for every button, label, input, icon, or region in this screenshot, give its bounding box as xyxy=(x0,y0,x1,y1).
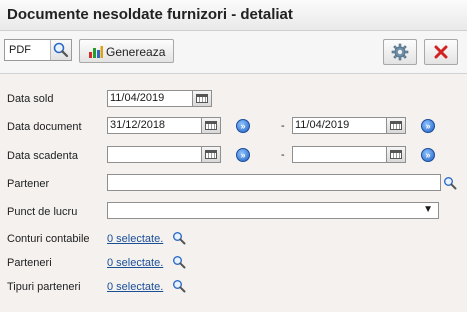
calendar-icon xyxy=(196,94,208,103)
data-scadenta-from-input[interactable] xyxy=(107,146,202,163)
format-search-button[interactable] xyxy=(50,40,71,60)
data-document-to-calendar-button[interactable] xyxy=(386,117,406,134)
date-range-separator: - xyxy=(281,120,285,132)
data-document-from-input[interactable]: 31/12/2018 xyxy=(107,117,202,134)
magnifier-icon[interactable] xyxy=(443,176,457,190)
data-sold-input[interactable]: 11/04/2019 xyxy=(107,90,193,107)
calendar-icon xyxy=(390,121,402,130)
copy-date-forward-button[interactable]: » xyxy=(236,148,250,162)
conturi-contabile-label: Conturi contabile xyxy=(7,233,90,245)
dropdown-arrow-icon: ▼ xyxy=(423,204,433,215)
data-sold-label: Data sold xyxy=(7,93,54,105)
data-document-label: Data document xyxy=(7,121,82,133)
gear-icon xyxy=(391,43,409,61)
conturi-contabile-link[interactable]: 0 selectate. xyxy=(107,233,163,245)
expand-options-button[interactable]: » xyxy=(421,148,435,162)
partener-label: Partener xyxy=(7,178,50,190)
magnifier-icon[interactable] xyxy=(172,231,186,245)
generate-label: Genereaza xyxy=(106,45,166,59)
data-scadenta-label: Data scadenta xyxy=(7,150,78,162)
copy-date-forward-button[interactable]: » xyxy=(236,119,250,133)
tipuri-parteneri-label: Tipuri parteneri xyxy=(7,281,81,293)
expand-options-button[interactable]: » xyxy=(421,119,435,133)
date-range-separator: - xyxy=(281,149,285,161)
partener-input[interactable] xyxy=(107,174,441,191)
calendar-icon xyxy=(205,121,217,130)
magnifier-icon[interactable] xyxy=(172,255,186,269)
format-value: PDF xyxy=(9,44,31,56)
calendar-icon xyxy=(390,150,402,159)
magnifier-icon xyxy=(53,42,69,58)
data-sold-calendar-button[interactable] xyxy=(192,90,212,107)
data-document-to-input[interactable]: 11/04/2019 xyxy=(292,117,387,134)
data-document-from-calendar-button[interactable] xyxy=(201,117,221,134)
data-scadenta-to-calendar-button[interactable] xyxy=(386,146,406,163)
report-form: Data sold 11/04/2019 Data document 31/12… xyxy=(0,74,467,312)
punct-de-lucru-select[interactable]: ▼ xyxy=(107,202,439,219)
parteneri-link[interactable]: 0 selectate. xyxy=(107,257,163,269)
tipuri-parteneri-link[interactable]: 0 selectate. xyxy=(107,281,163,293)
close-button[interactable] xyxy=(424,39,458,65)
calendar-icon xyxy=(205,150,217,159)
punct-de-lucru-label: Punct de lucru xyxy=(7,206,78,218)
generate-button[interactable]: Genereaza xyxy=(79,39,174,63)
format-select[interactable]: PDF xyxy=(4,39,72,61)
window-title: Documente nesoldate furnizori - detaliat xyxy=(7,6,293,23)
title-bar: Documente nesoldate furnizori - detaliat xyxy=(0,0,467,31)
settings-button[interactable] xyxy=(383,39,417,65)
magnifier-icon[interactable] xyxy=(172,279,186,293)
data-scadenta-from-calendar-button[interactable] xyxy=(201,146,221,163)
bar-chart-icon xyxy=(89,46,103,58)
toolbar: PDF Genereaza xyxy=(0,31,467,74)
close-icon xyxy=(434,45,448,59)
parteneri-label: Parteneri xyxy=(7,257,52,269)
data-scadenta-to-input[interactable] xyxy=(292,146,387,163)
